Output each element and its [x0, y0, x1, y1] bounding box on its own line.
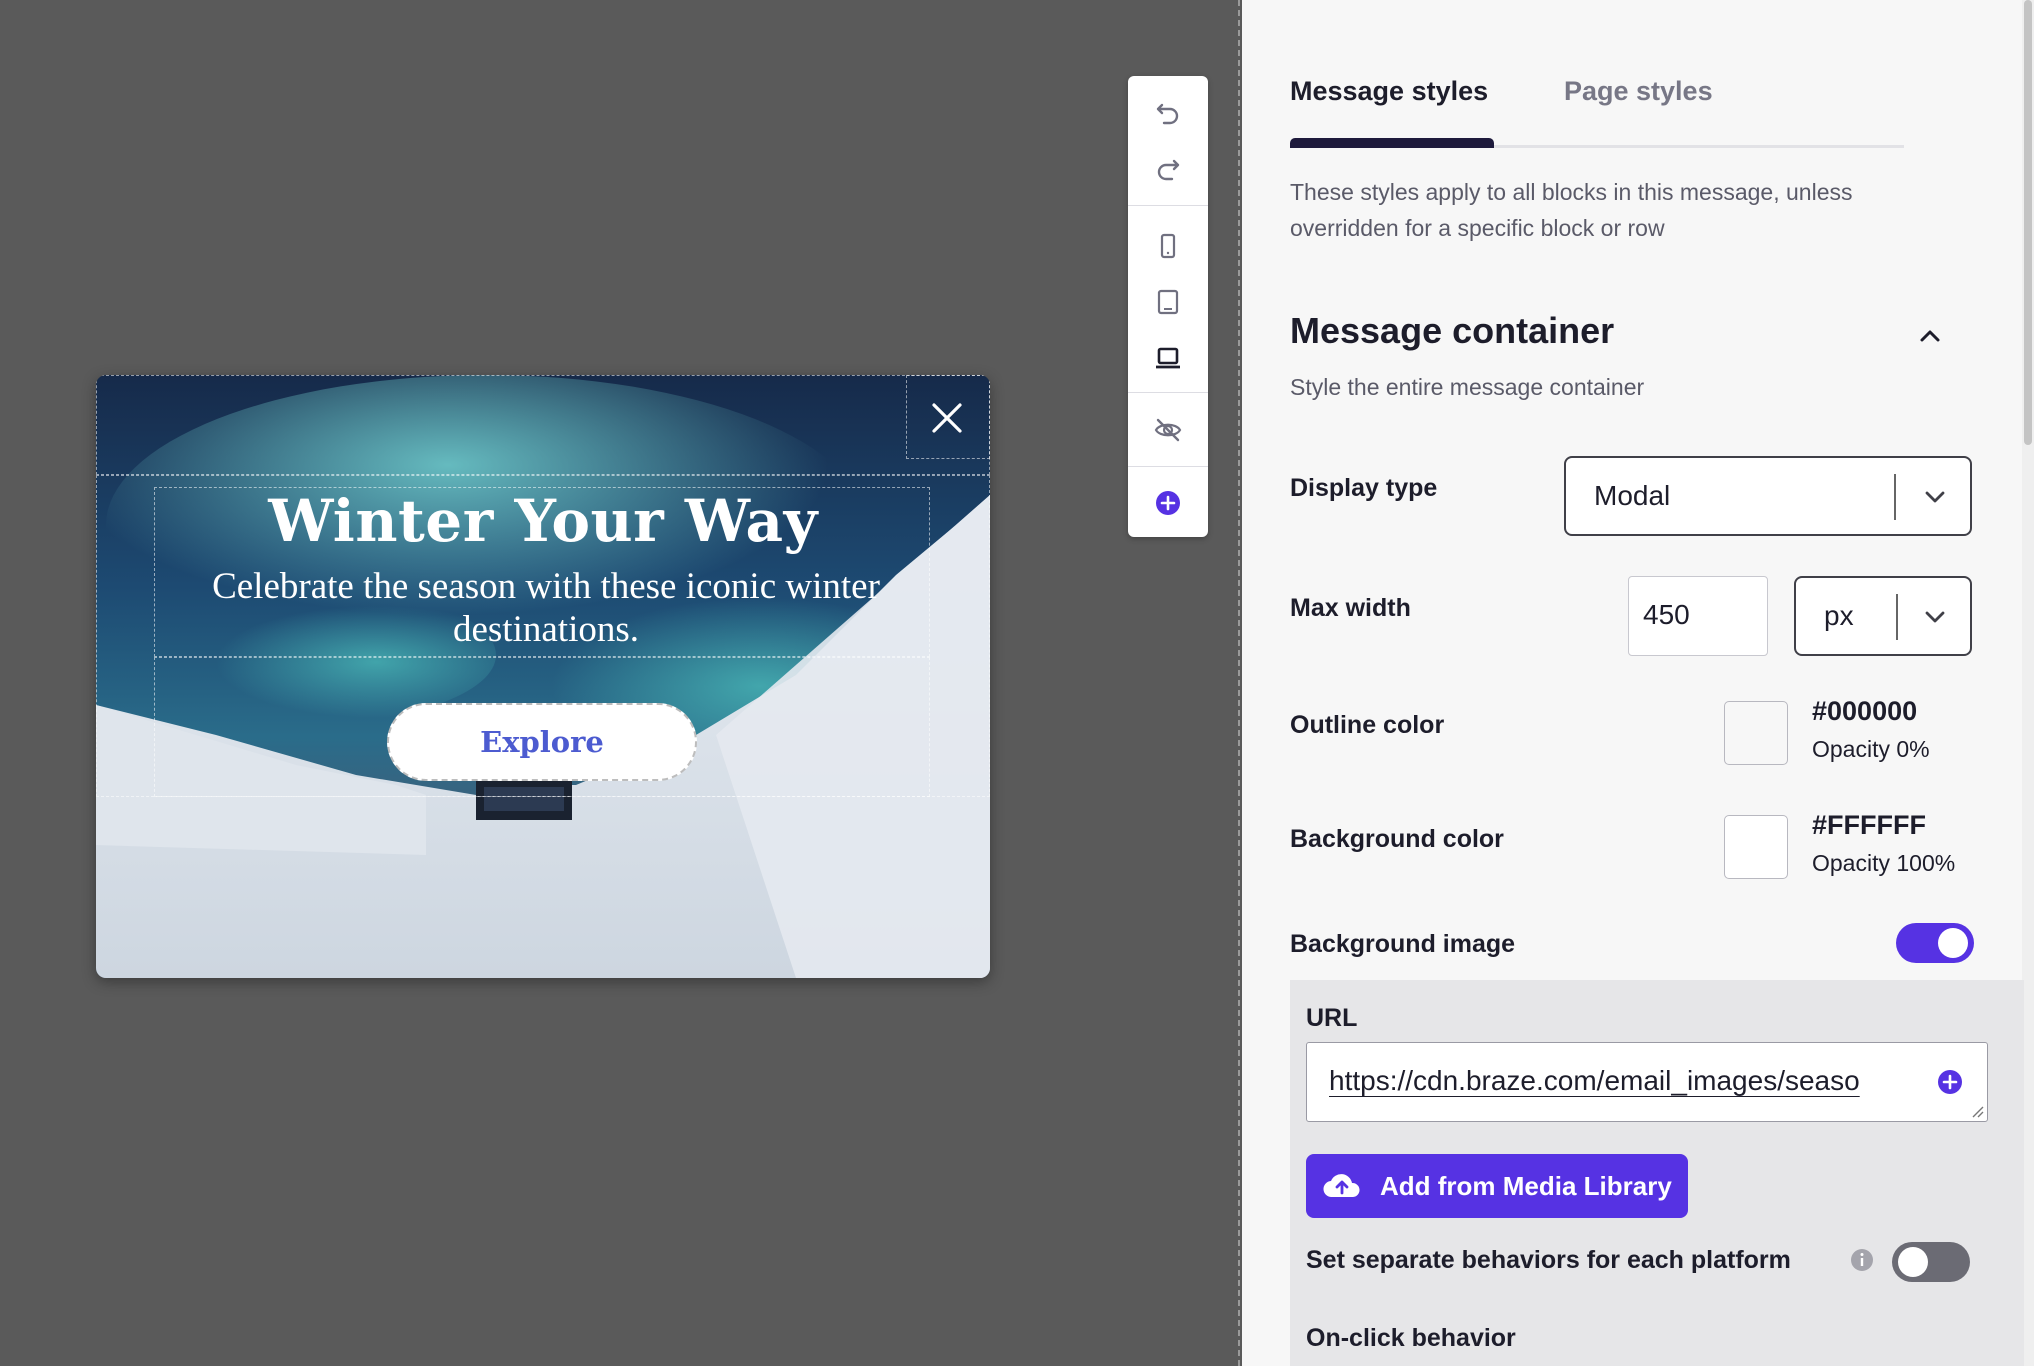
- display-type-select[interactable]: Modal: [1564, 456, 1972, 536]
- tab-message-styles[interactable]: Message styles: [1290, 76, 1488, 107]
- styles-description: These styles apply to all blocks in this…: [1290, 179, 1853, 241]
- background-color-opacity: Opacity 100%: [1812, 850, 1956, 876]
- section-title: Message container: [1290, 310, 1615, 351]
- separate-behaviors-toggle[interactable]: [1892, 1242, 1970, 1282]
- modal-title: Winter Your Way: [268, 487, 818, 555]
- hide-outlines-button[interactable]: [1128, 402, 1208, 458]
- editor-toolbar: [1128, 76, 1208, 537]
- background-image-settings: URL https://cdn.braze.com/email_images/s…: [1290, 980, 2024, 1366]
- chevron-up-icon[interactable]: [1916, 322, 1944, 350]
- url-input[interactable]: https://cdn.braze.com/email_images/seaso: [1306, 1042, 1988, 1122]
- outline-color-swatch[interactable]: [1724, 701, 1788, 765]
- style-tabs: Message styles Page styles: [1290, 76, 1904, 148]
- cloud-upload-icon: [1323, 1174, 1360, 1198]
- close-icon: [932, 403, 962, 433]
- redo-icon: [1157, 159, 1180, 181]
- explore-button[interactable]: Explore: [387, 703, 697, 781]
- max-width-unit-select[interactable]: px: [1794, 576, 1972, 656]
- outline-color-label: Outline color: [1290, 711, 1445, 739]
- add-icon: [1156, 491, 1180, 515]
- separate-behaviors-label: Set separate behaviors for each platform: [1306, 1246, 1791, 1274]
- max-width-input[interactable]: 450: [1628, 576, 1768, 656]
- display-type-label: Display type: [1290, 474, 1438, 502]
- info-icon[interactable]: [1850, 1248, 1874, 1272]
- desktop-icon: [1156, 347, 1180, 369]
- chevron-down-icon: [1925, 491, 1945, 503]
- onclick-behavior-label: On-click behavior: [1306, 1324, 1516, 1352]
- styles-panel: Message styles Page styles These styles …: [1242, 0, 2034, 1366]
- max-width-unit-value: px: [1824, 600, 1854, 631]
- tablet-icon: [1157, 289, 1179, 315]
- background-image-label: Background image: [1290, 930, 1516, 958]
- max-width-label: Max width: [1290, 594, 1411, 622]
- tablet-preview-button[interactable]: [1128, 274, 1208, 330]
- insert-liquid-icon[interactable]: [1937, 1069, 1963, 1095]
- background-color-label: Background color: [1290, 825, 1504, 853]
- hide-icon: [1154, 418, 1182, 442]
- background-color-hex[interactable]: #FFFFFF: [1812, 810, 1926, 841]
- max-width-value: 450: [1643, 599, 1690, 630]
- resize-handle-icon[interactable]: [1970, 1104, 1984, 1118]
- add-block-button[interactable]: [1128, 475, 1208, 531]
- mobile-icon: [1160, 233, 1176, 259]
- desktop-preview-button[interactable]: [1128, 330, 1208, 386]
- redo-button[interactable]: [1128, 141, 1208, 197]
- background-color-swatch[interactable]: [1724, 815, 1788, 879]
- chevron-down-icon: [1925, 611, 1945, 623]
- close-row-outline: [96, 375, 990, 475]
- undo-button[interactable]: [1128, 85, 1208, 141]
- modal-close-button[interactable]: [904, 375, 990, 461]
- tab-page-styles[interactable]: Page styles: [1564, 76, 1713, 107]
- outline-color-opacity: Opacity 0%: [1812, 736, 1930, 762]
- modal-preview[interactable]: Winter Your Way Celebrate the season wit…: [96, 375, 990, 978]
- background-image-toggle[interactable]: [1896, 923, 1974, 963]
- section-subtitle: Style the entire message container: [1290, 374, 1645, 400]
- mobile-preview-button[interactable]: [1128, 218, 1208, 274]
- active-tab-indicator: [1290, 138, 1494, 148]
- add-from-media-library-button[interactable]: Add from Media Library: [1306, 1154, 1688, 1218]
- scrollbar-thumb[interactable]: [2024, 0, 2032, 445]
- url-value: https://cdn.braze.com/email_images/seaso: [1329, 1065, 1860, 1096]
- url-label: URL: [1306, 1004, 1358, 1032]
- media-button-label: Add from Media Library: [1380, 1170, 1672, 1201]
- preview-canvas: Winter Your Way Celebrate the season wit…: [0, 0, 1240, 1366]
- modal-subtitle: Celebrate the season with these iconic w…: [212, 566, 880, 650]
- undo-icon: [1156, 103, 1179, 125]
- outline-color-hex[interactable]: #000000: [1812, 696, 1917, 727]
- display-type-value: Modal: [1594, 480, 1671, 511]
